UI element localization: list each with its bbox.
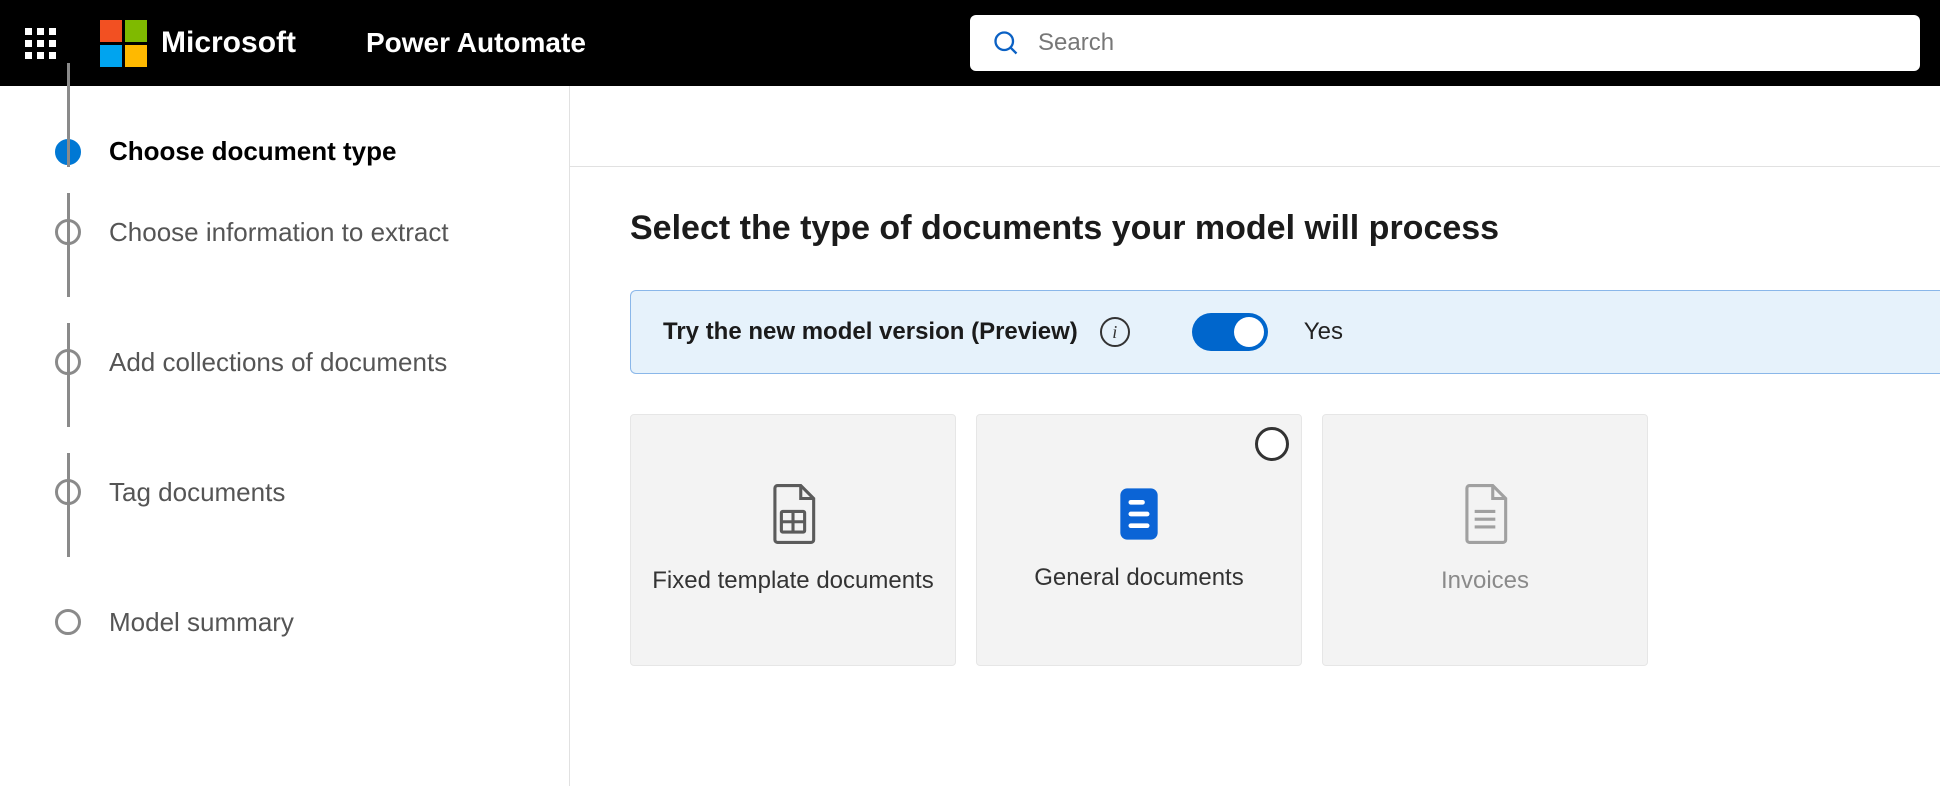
app-launcher-icon[interactable] xyxy=(20,23,60,63)
toggle-label: Yes xyxy=(1304,318,1343,346)
preview-toggle[interactable] xyxy=(1192,313,1268,351)
step-choose-information[interactable]: Choose information to extract xyxy=(55,167,539,297)
main-content: Select the type of documents your model … xyxy=(570,86,1940,786)
card-title: Invoices xyxy=(1421,565,1549,596)
step-model-summary[interactable]: Model summary xyxy=(55,557,539,687)
app-header: Microsoft Power Automate xyxy=(0,0,1940,86)
wizard-sidebar: Choose document type Choose information … xyxy=(0,86,570,786)
info-icon[interactable]: i xyxy=(1100,317,1130,347)
step-label: Model summary xyxy=(109,607,294,638)
step-dot-icon xyxy=(55,609,81,635)
step-tag-documents[interactable]: Tag documents xyxy=(55,427,539,557)
brand-name: Microsoft xyxy=(161,26,296,60)
document-lines-icon xyxy=(1115,486,1163,542)
step-label: Tag documents xyxy=(109,477,285,508)
search-input[interactable] xyxy=(1038,29,1898,57)
document-invoice-icon xyxy=(1458,483,1512,545)
preview-banner: Try the new model version (Preview) i Ye… xyxy=(630,290,1940,374)
document-type-cards: Fixed template documents General documen… xyxy=(630,414,1940,666)
card-general-documents[interactable]: General documents xyxy=(976,414,1302,666)
toggle-knob-icon xyxy=(1234,317,1264,347)
search-icon xyxy=(992,29,1020,57)
step-add-collections[interactable]: Add collections of documents xyxy=(55,297,539,427)
step-label: Choose information to extract xyxy=(109,217,449,248)
page-title: Select the type of documents your model … xyxy=(630,209,1940,248)
card-fixed-template[interactable]: Fixed template documents xyxy=(630,414,956,666)
app-name: Power Automate xyxy=(366,27,586,59)
search-box[interactable] xyxy=(970,15,1920,71)
page-body: Choose document type Choose information … xyxy=(0,86,1940,786)
step-label: Choose document type xyxy=(109,136,396,167)
card-invoices[interactable]: Invoices xyxy=(1322,414,1648,666)
card-title: Fixed template documents xyxy=(632,565,953,596)
microsoft-logo-icon xyxy=(100,20,147,67)
step-label: Add collections of documents xyxy=(109,347,447,378)
step-choose-document-type[interactable]: Choose document type xyxy=(55,136,539,167)
selection-ring-icon xyxy=(1255,427,1289,461)
divider xyxy=(570,166,1940,167)
document-grid-icon xyxy=(766,483,820,545)
card-title: General documents xyxy=(1014,562,1263,593)
banner-text: Try the new model version (Preview) xyxy=(663,318,1078,346)
